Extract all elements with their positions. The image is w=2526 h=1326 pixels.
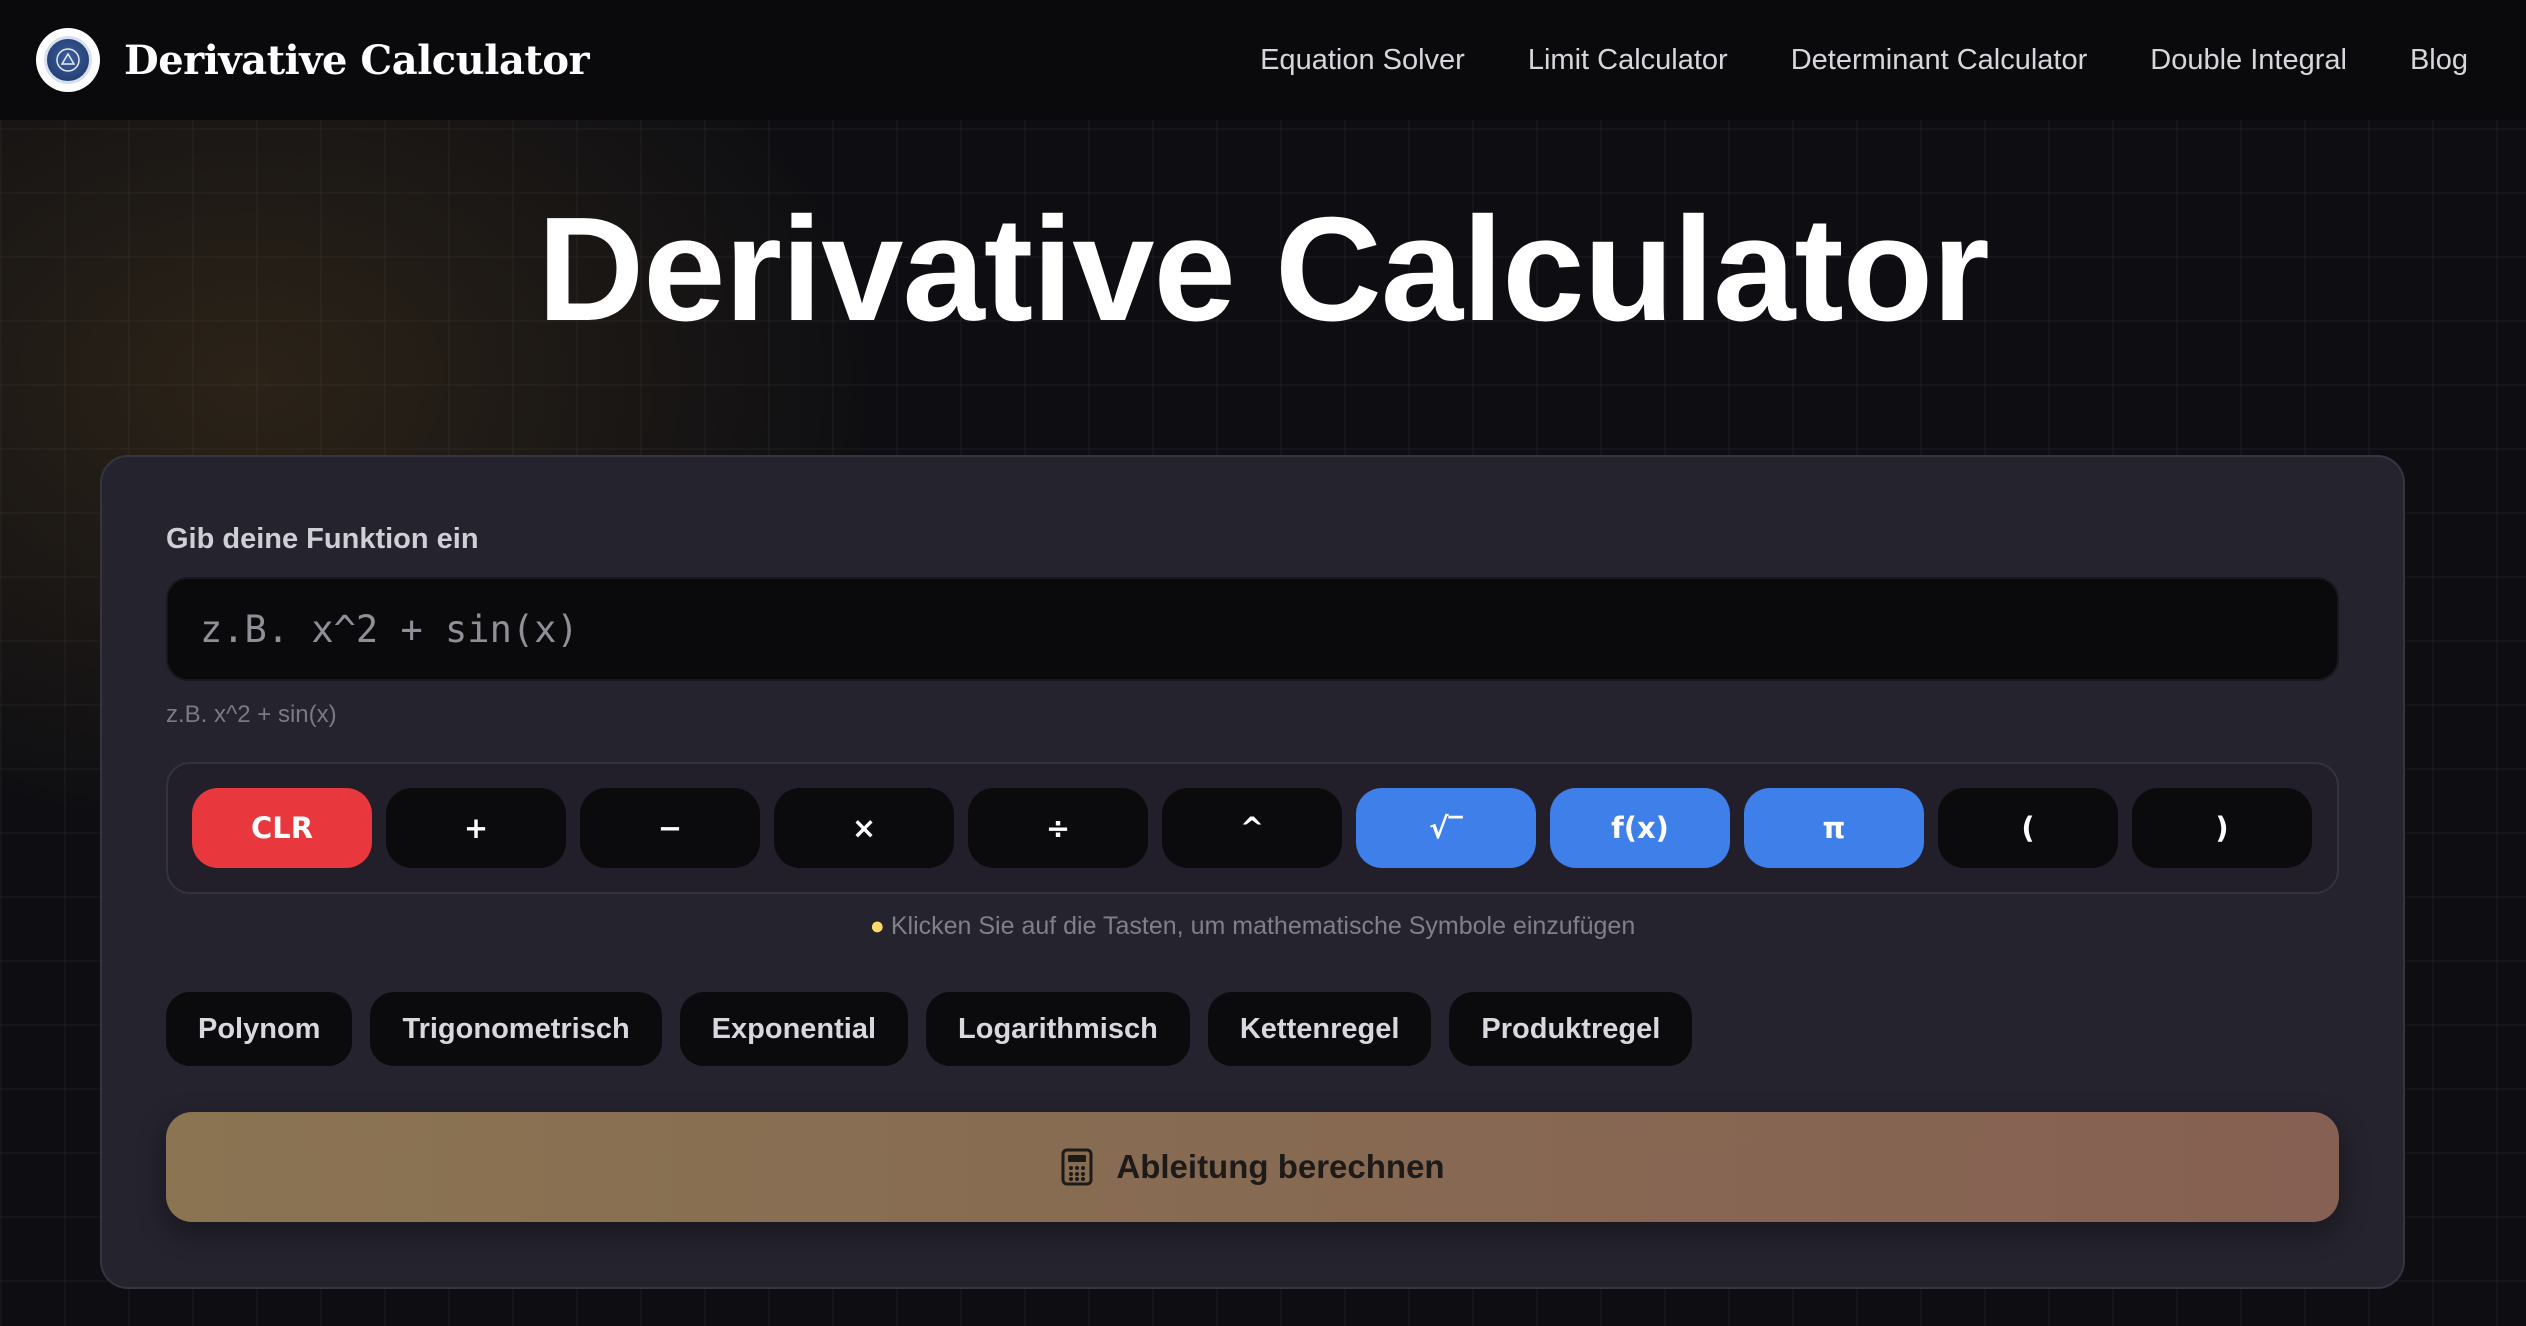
key-power[interactable]: ^ [1162,788,1342,868]
nav-link-equation-solver[interactable]: Equation Solver [1260,44,1465,77]
nav-link-determinant-calculator[interactable]: Determinant Calculator [1791,44,2088,77]
nav-link-limit-calculator[interactable]: Limit Calculator [1528,44,1728,77]
key-divide[interactable]: ÷ [968,788,1148,868]
key-minus[interactable]: − [580,788,760,868]
key-multiply[interactable]: × [774,788,954,868]
nav-links: Equation Solver Limit Calculator Determi… [1260,44,2468,77]
calculator-icon [1060,1148,1094,1186]
logo-seal-icon [36,28,100,92]
page-title: Derivative Calculator [537,187,1989,352]
calculate-derivative-button[interactable]: Ableitung berechnen [166,1112,2339,1222]
brand-name: Derivative Calculator [124,36,590,84]
function-input-hint: z.B. x^2 + sin(x) [166,701,337,728]
nav-link-double-integral[interactable]: Double Integral [2150,44,2347,77]
calculator-card: Gib deine Funktion ein z.B. x^2 + sin(x)… [100,455,2405,1289]
key-clear[interactable]: CLR [192,788,372,868]
keypad-hint: ● Klicken Sie auf die Tasten, um mathemat… [102,912,2403,941]
nav-link-blog[interactable]: Blog [2410,44,2468,77]
preset-logarithmisch[interactable]: Logarithmisch [926,992,1190,1066]
preset-produktregel[interactable]: Produktregel [1449,992,1693,1066]
top-navbar: Derivative Calculator Equation Solver Li… [0,0,2526,120]
brand-link[interactable]: Derivative Calculator [36,28,590,92]
key-close-paren[interactable]: ) [2132,788,2312,868]
keypad-hint-text: Klicken Sie auf die Tasten, um mathemati… [890,912,1636,940]
key-open-paren[interactable]: ( [1938,788,2118,868]
preset-polynom[interactable]: Polynom [166,992,353,1066]
key-plus[interactable]: + [386,788,566,868]
key-function[interactable]: f(x) [1550,788,1730,868]
key-sqrt[interactable]: √‾ [1356,788,1536,868]
preset-trigonometrisch[interactable]: Trigonometrisch [370,992,662,1066]
preset-exponential[interactable]: Exponential [679,992,909,1066]
function-input[interactable] [166,577,2339,681]
lightbulb-icon: ● [869,912,885,940]
symbol-keypad: CLR + − × ÷ ^ √‾ f(x) π ( ) [166,762,2339,894]
calculate-derivative-label: Ableitung berechnen [1116,1148,1445,1185]
key-pi[interactable]: π [1744,788,1924,868]
preset-kettenregel[interactable]: Kettenregel [1207,992,1432,1066]
function-input-label: Gib deine Funktion ein [166,523,479,555]
preset-examples: Polynom Trigonometrisch Exponential Loga… [166,992,1693,1066]
